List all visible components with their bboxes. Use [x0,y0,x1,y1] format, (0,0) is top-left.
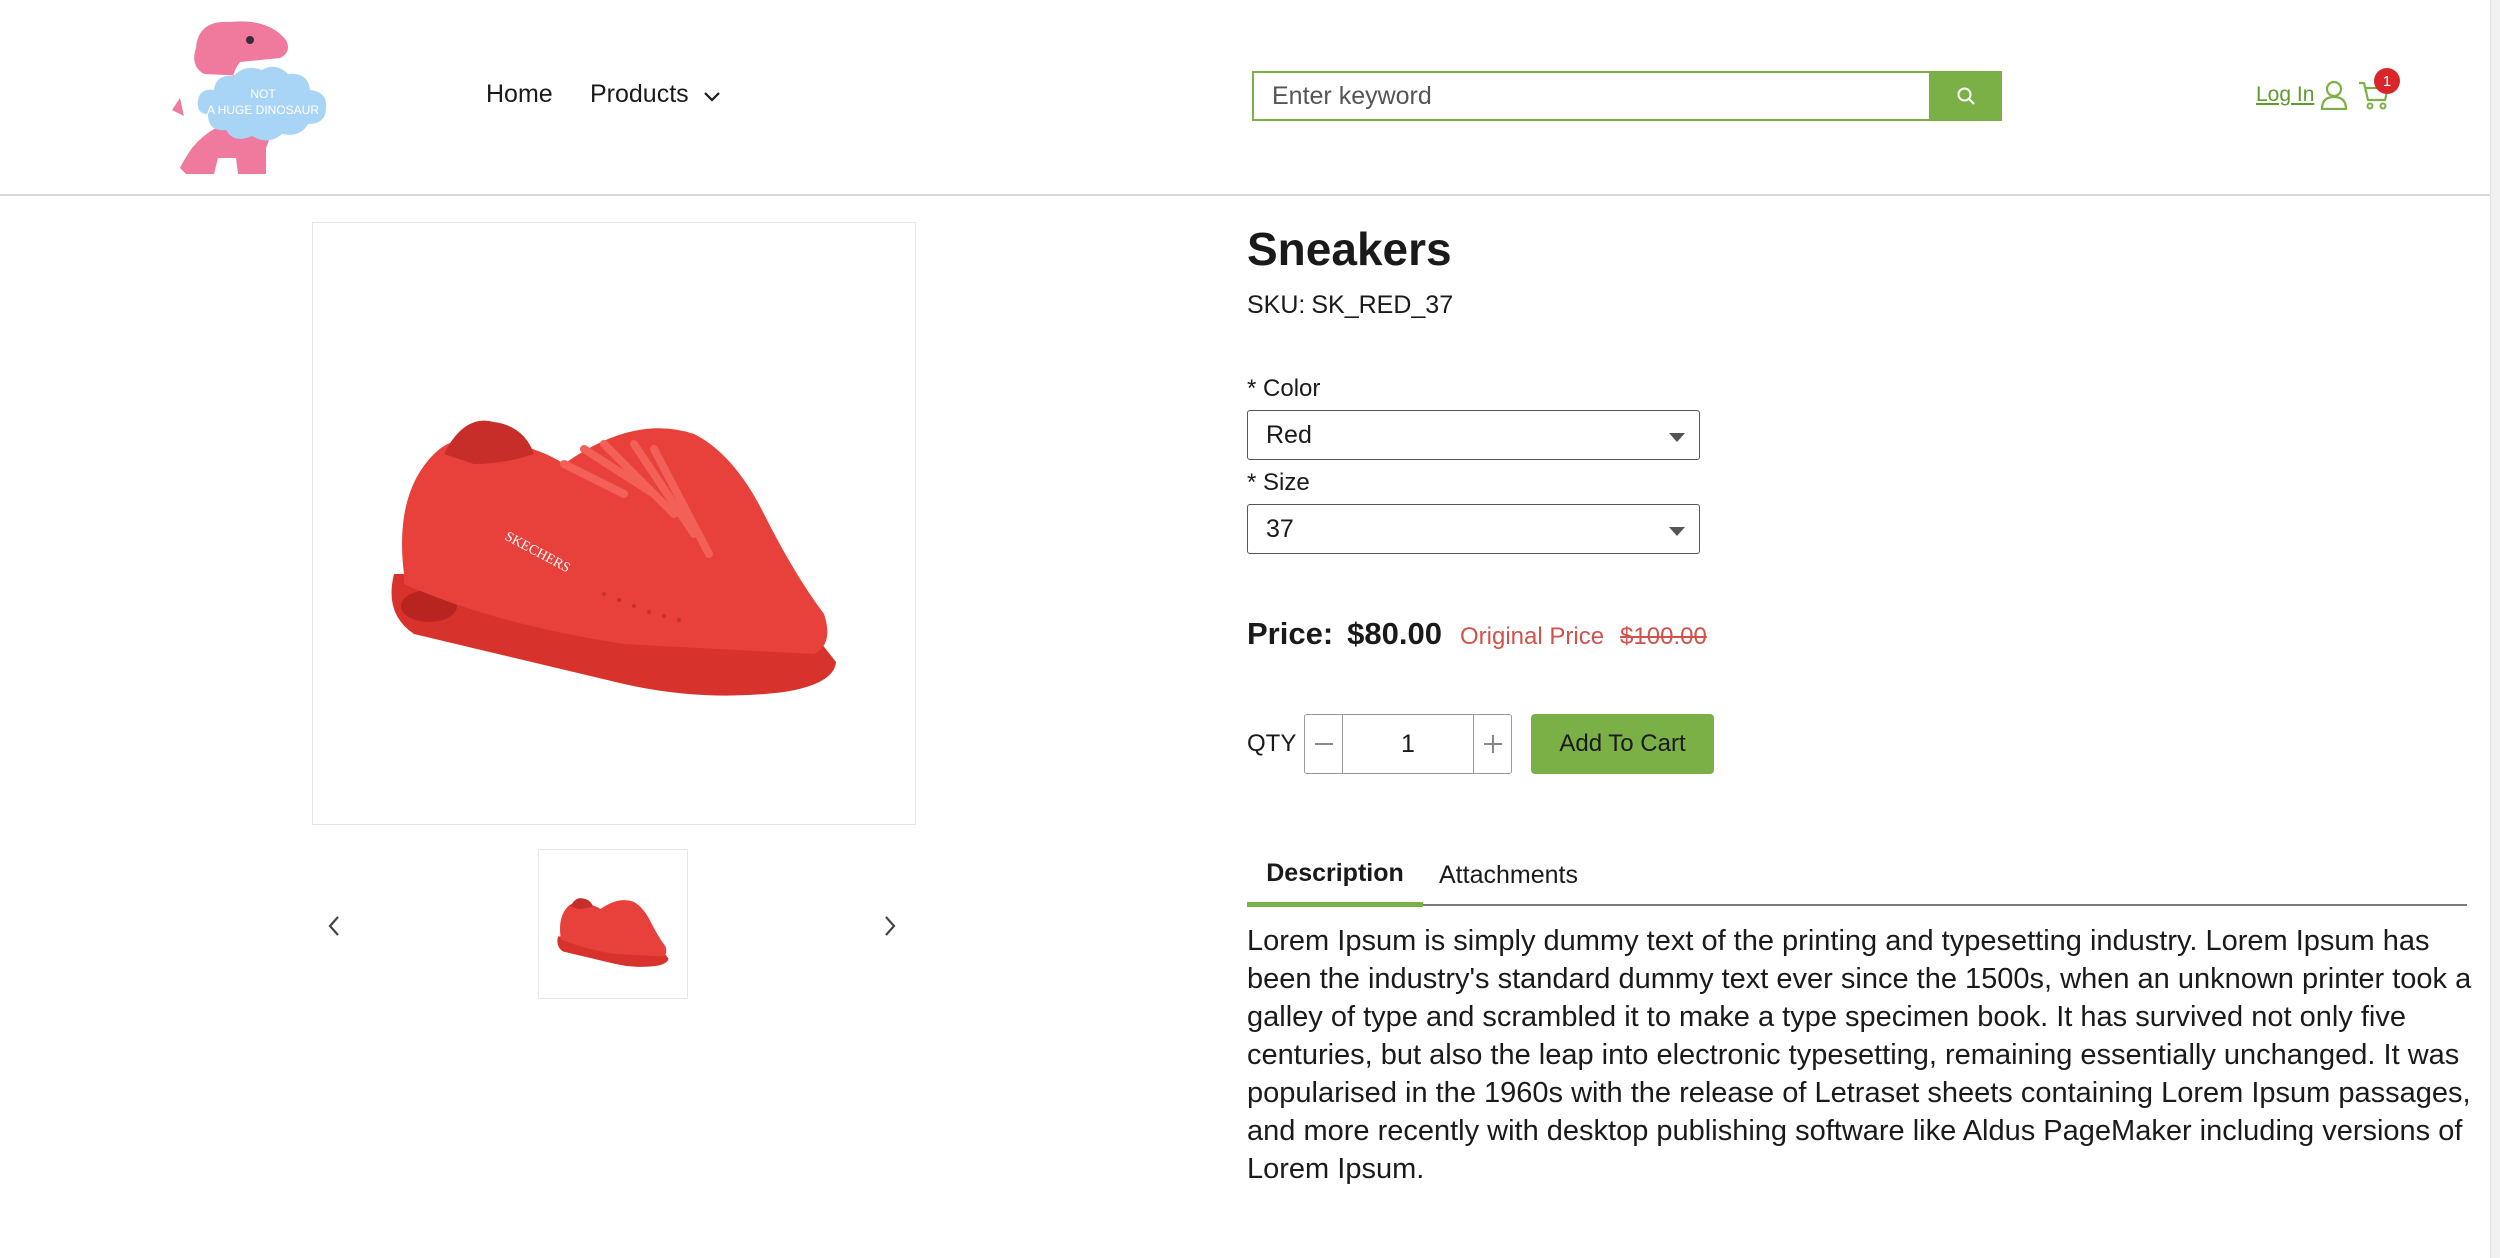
product-sku: SKU: SK_RED_37 [1247,291,1453,320]
product-tabs: Description Attachments [1247,844,2467,907]
tab-attachments[interactable]: Attachments [1439,844,1578,906]
product-thumbnail[interactable] [538,849,688,999]
qty-increase-button[interactable] [1474,714,1512,774]
select-caret-icon [1669,433,1685,442]
color-select-value: Red [1266,420,1312,449]
chevron-left-icon [328,916,339,936]
price-label: Price: [1247,616,1334,651]
sku-label: SKU: [1247,291,1306,319]
chevron-right-icon [885,916,896,936]
logo-text-line1: NOT [250,87,276,101]
product-main-image[interactable]: SKECHERS [312,222,916,825]
chevron-down-icon [703,91,720,102]
site-header: NOT A HUGE DINOSAUR Home Products Log In [0,0,2490,196]
tab-description[interactable]: Description [1247,844,1423,907]
logo-text-line2: A HUGE DINOSAUR [207,103,319,117]
login-link[interactable]: Log In [2256,83,2314,107]
size-select-value: 37 [1266,514,1294,543]
site-logo[interactable]: NOT A HUGE DINOSAUR [168,18,346,176]
sku-value: SK_RED_37 [1311,291,1454,319]
price-value: $80.00 [1347,616,1442,651]
size-label: * Size [1247,469,1310,496]
size-select[interactable]: 37 [1247,504,1700,554]
color-label: * Color [1247,375,1321,402]
search-input[interactable] [1252,71,1929,121]
color-select[interactable]: Red [1247,410,1700,460]
product-description: Lorem Ipsum is simply dummy text of the … [1247,925,2472,1185]
plus-icon [1483,735,1502,753]
add-to-cart-button[interactable]: Add To Cart [1531,714,1714,774]
thumbnail-sneaker-image [557,898,669,967]
page-scrollbar[interactable] [2490,0,2500,1258]
search-icon [1957,87,1975,105]
dinosaur-logo-icon: NOT A HUGE DINOSAUR [172,21,327,175]
original-price-value: $100.00 [1620,623,1707,650]
nav-home[interactable]: Home [486,80,553,109]
qty-input[interactable] [1342,714,1474,774]
cart-count-badge: 1 [2374,68,2400,94]
nav-products[interactable]: Products [590,80,721,109]
minus-icon [1314,743,1333,745]
product-title: Sneakers [1247,223,1452,275]
user-icon[interactable] [2320,80,2348,115]
gallery-prev-button[interactable] [326,914,342,943]
red-sneaker-image: SKECHERS [391,420,836,696]
gallery-next-button[interactable] [882,914,898,943]
search-button[interactable] [1929,71,2002,121]
price-row: Price: $80.00 Original Price $100.00 [1247,616,1707,652]
qty-label: QTY [1247,730,1297,757]
original-price-label: Original Price [1460,623,1605,650]
nav-products-label: Products [590,80,689,108]
qty-decrease-button[interactable] [1304,714,1342,774]
select-caret-icon [1669,527,1685,536]
search-bar [1252,71,2002,121]
